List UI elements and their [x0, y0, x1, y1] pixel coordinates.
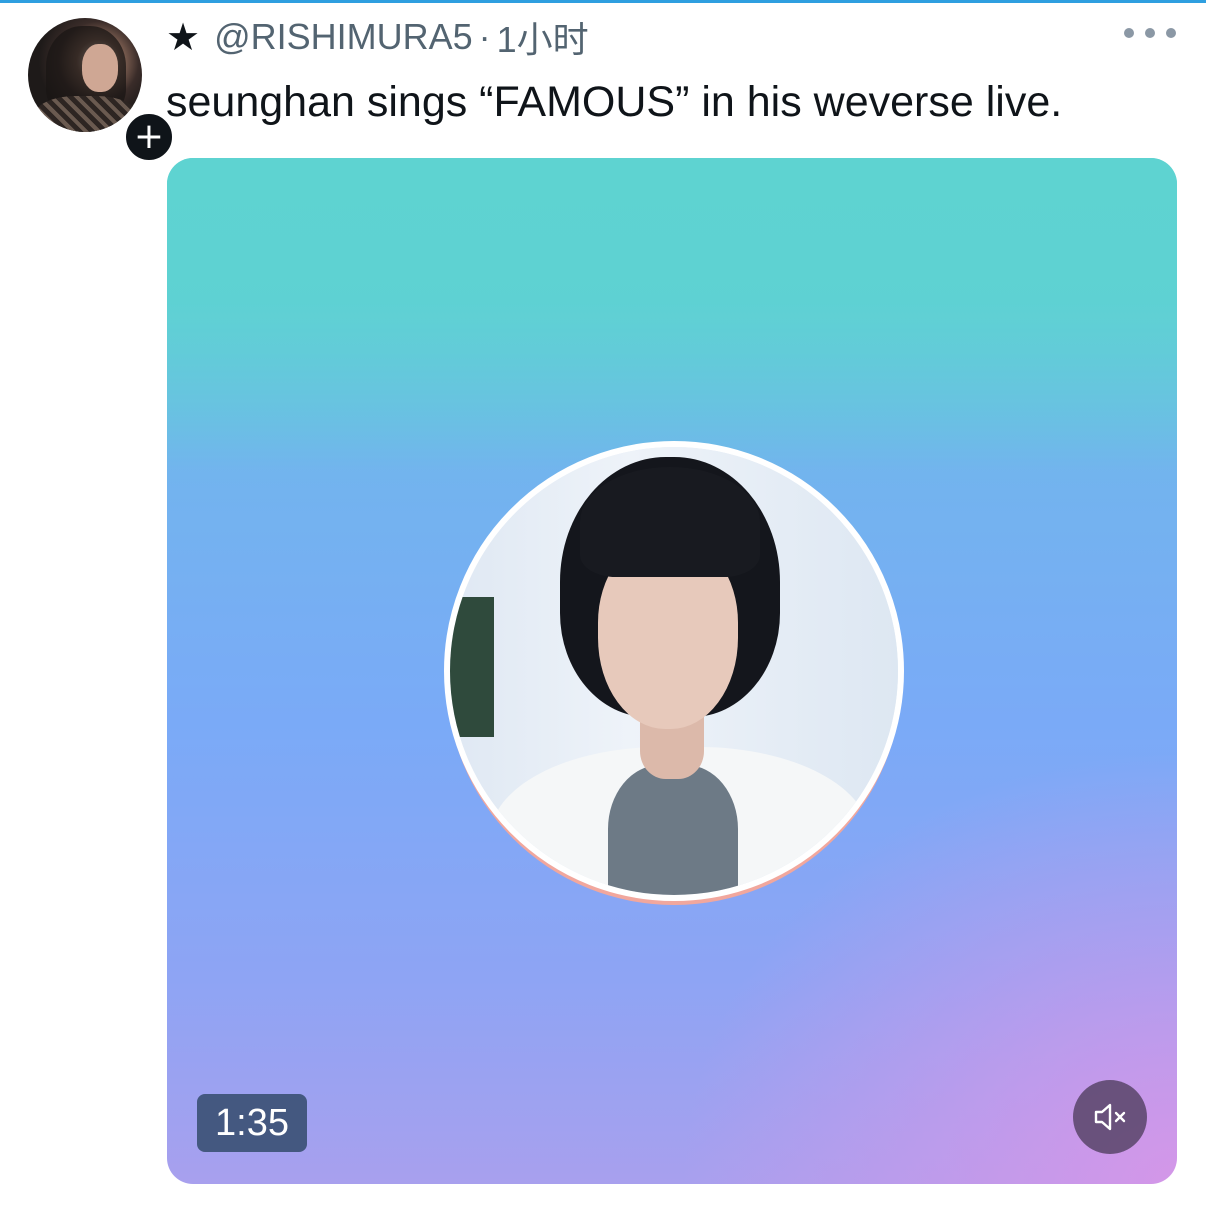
volume-mute-icon: [1094, 1103, 1126, 1131]
video-duration-badge: 1:35: [197, 1094, 307, 1152]
star-icon: ★: [166, 15, 201, 59]
more-options-icon[interactable]: [1124, 18, 1176, 48]
user-handle[interactable]: @RISHIMURA5: [214, 16, 473, 58]
avatar[interactable]: [28, 18, 142, 132]
avatar-face: [82, 44, 118, 92]
tweet-header: ★ @RISHIMURA5 · 1小时: [166, 14, 589, 60]
photo-green-board: [450, 597, 494, 737]
video-player[interactable]: 1:35: [167, 158, 1177, 1184]
photo-tshirt: [608, 765, 738, 895]
tweet-text: seunghan sings “FAMOUS” in his weverse l…: [166, 78, 1063, 126]
avatar-container[interactable]: +: [28, 18, 176, 164]
photo-bangs: [580, 467, 760, 577]
gradient-overlay: [167, 158, 1177, 478]
tweet-card[interactable]: + ★ @RISHIMURA5 · 1小时 seunghan sings “FA…: [0, 0, 1206, 1206]
mute-button[interactable]: [1073, 1080, 1147, 1154]
avatar-clothing: [34, 96, 138, 132]
separator-dot: ·: [478, 16, 491, 57]
more-dot: [1166, 28, 1176, 38]
more-dot: [1145, 28, 1155, 38]
timestamp[interactable]: 1小时: [497, 11, 589, 63]
more-dot: [1124, 28, 1134, 38]
profile-photo-circle: [444, 441, 904, 901]
